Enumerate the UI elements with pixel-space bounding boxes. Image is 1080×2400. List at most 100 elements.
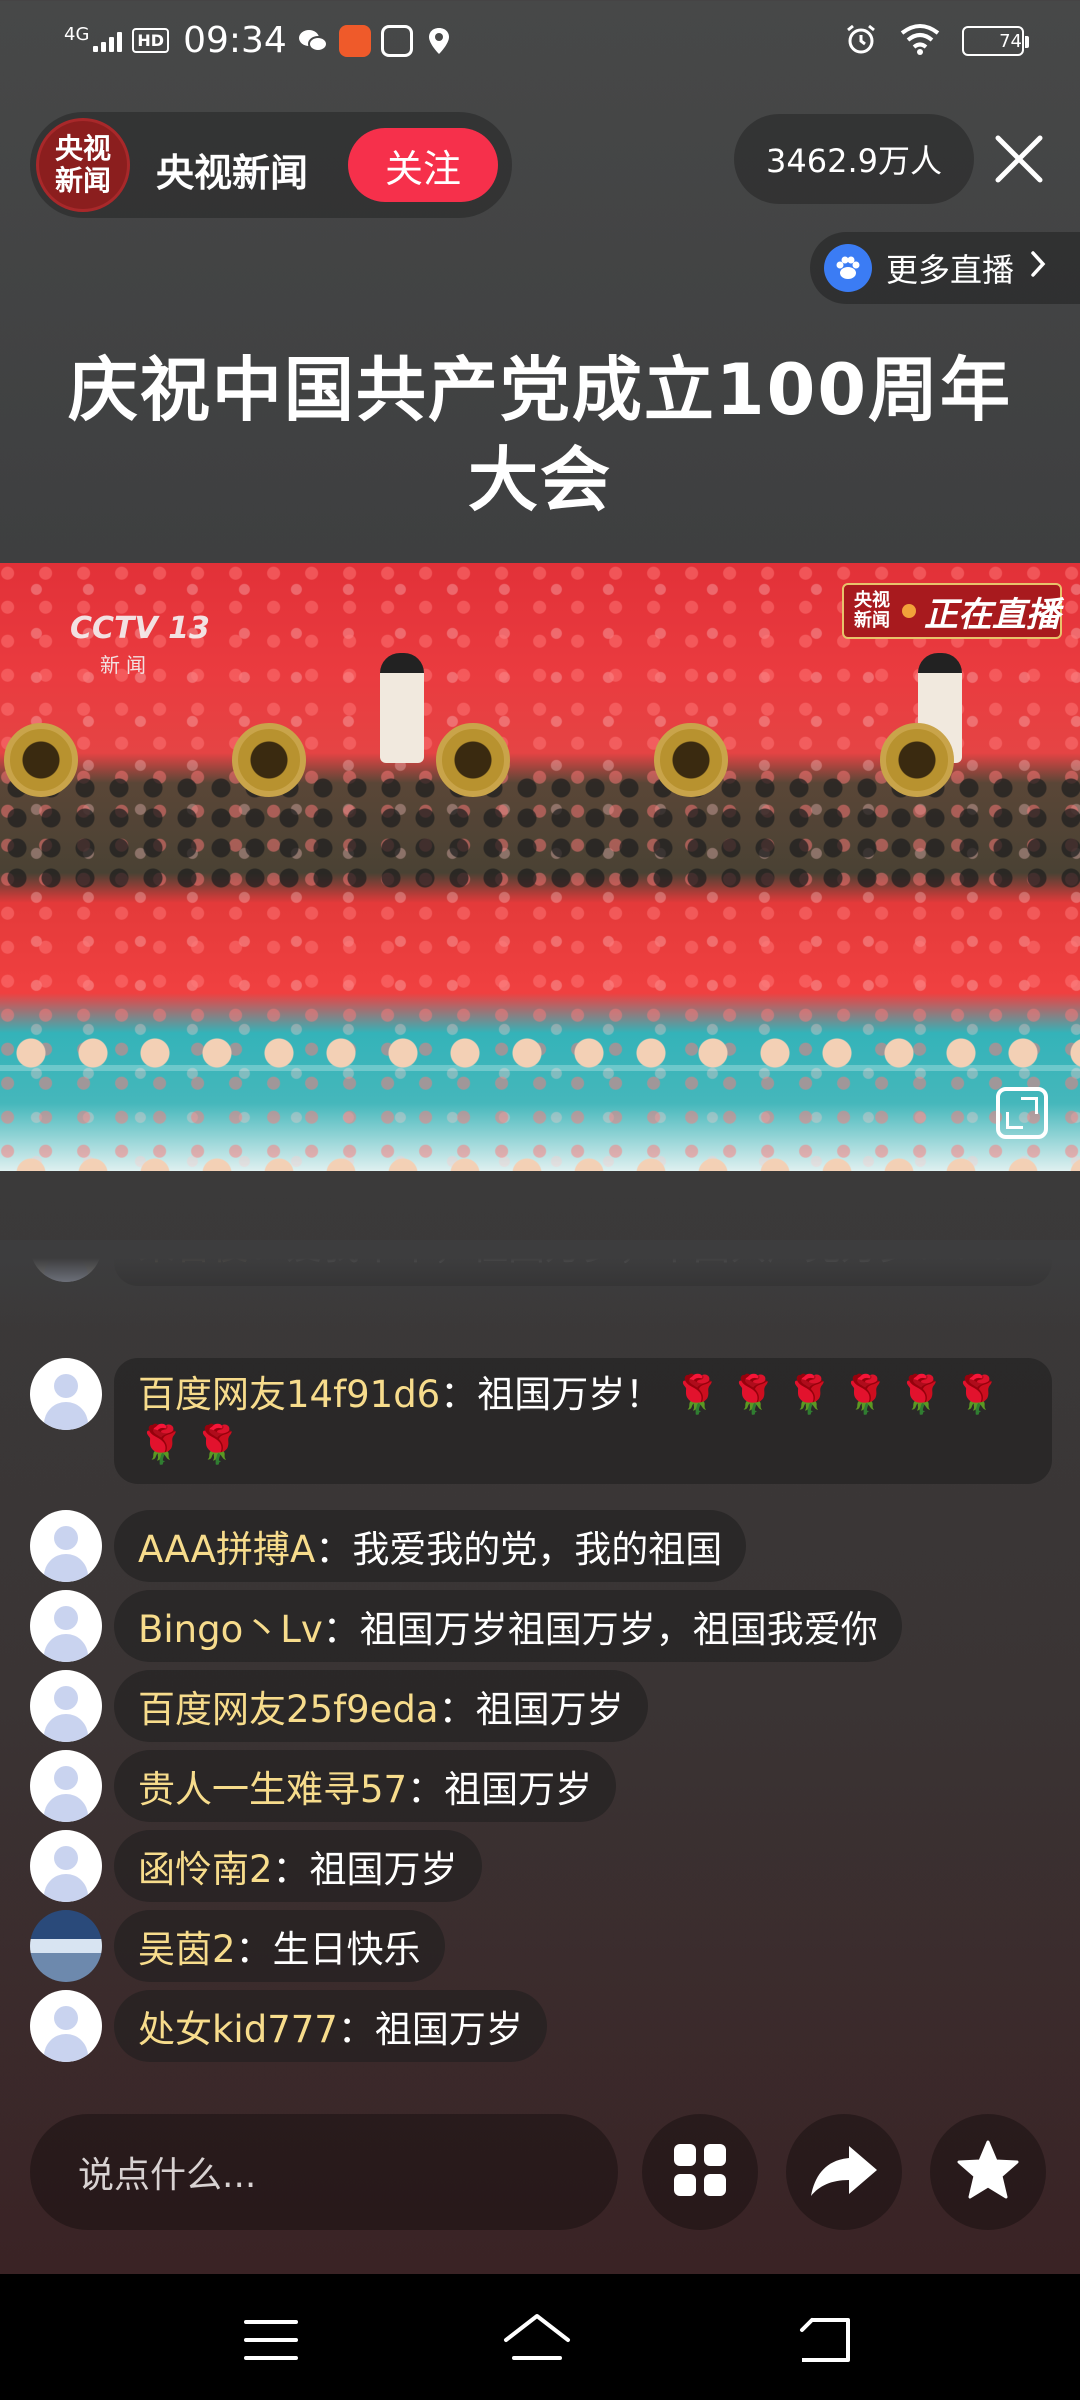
- comment-text: 祖国万岁祖国万岁，祖国我爱你: [359, 1608, 878, 1651]
- battery-level: 74: [999, 30, 1022, 52]
- comment-separator: ：: [235, 1928, 273, 1971]
- comment-item: AAA拼搏A：我爱我的党，我的祖国: [30, 1510, 747, 1582]
- video-horn: [436, 723, 510, 797]
- comment-username[interactable]: 百度网友14f91d6: [138, 1373, 440, 1416]
- comment-bubble: 百度网友14f91d6：祖国万岁！ 🌹🌹🌹🌹🌹🌹🌹🌹: [114, 1358, 1052, 1484]
- share-button[interactable]: [786, 2114, 902, 2230]
- comment-bubble: 荣智俊：爱我中华，祖国万岁，中国共产党万岁！！！: [114, 1240, 1052, 1286]
- status-left: 4G HD 09:34: [64, 20, 455, 61]
- avatar[interactable]: [30, 1240, 102, 1282]
- fullscreen-icon[interactable]: [996, 1087, 1048, 1139]
- comment-text: 祖国万岁: [374, 2008, 523, 2051]
- comment-bubble: 函怜南2：祖国万岁: [114, 1830, 482, 1902]
- comment-item: 百度网友14f91d6：祖国万岁！ 🌹🌹🌹🌹🌹🌹🌹🌹: [30, 1358, 1052, 1484]
- follow-button[interactable]: 关注: [348, 128, 498, 202]
- anchor-logo-line1: 央视: [54, 132, 111, 165]
- avatar[interactable]: [30, 1358, 102, 1430]
- network-type: 4G: [64, 23, 90, 45]
- comment-text: 祖国万岁: [444, 1768, 593, 1811]
- video-horn: [232, 723, 306, 797]
- comment-text: 祖国万岁！: [477, 1373, 663, 1416]
- comment-separator: ：: [272, 1848, 310, 1891]
- hd-badge: HD: [132, 28, 170, 53]
- comment-item: 荣智俊：爱我中华，祖国万岁，中国共产党万岁！！！: [30, 1240, 1052, 1286]
- share-icon: [809, 2142, 879, 2202]
- avatar[interactable]: [30, 1750, 102, 1822]
- video-dancers: [0, 1023, 1080, 1171]
- avatar[interactable]: [30, 1510, 102, 1582]
- video-horn: [654, 723, 728, 797]
- video-player[interactable]: CCTV 13 新闻 央视 新闻 正在直播: [0, 563, 1080, 1171]
- comment-username[interactable]: 吴茵2: [138, 1919, 236, 1973]
- comment-bubble: AAA拼搏A：我爱我的党，我的祖国: [114, 1510, 747, 1582]
- comment-username[interactable]: 百度网友25f9eda: [138, 1679, 439, 1733]
- comment-item: 处女kid777：祖国万岁: [30, 1990, 547, 2062]
- home-icon[interactable]: [502, 2312, 572, 2368]
- live-badge: 央视 新闻 正在直播: [842, 583, 1062, 639]
- video-performer: [380, 653, 424, 763]
- comment-bubble: 百度网友25f9eda：祖国万岁: [114, 1670, 648, 1742]
- comment-username[interactable]: AAA拼搏A: [138, 1519, 315, 1573]
- favorite-button[interactable]: [930, 2114, 1046, 2230]
- more-apps-button[interactable]: [642, 2114, 758, 2230]
- comment-username[interactable]: 处女kid777: [138, 1999, 338, 2053]
- anchor-logo-line2: 新闻: [54, 164, 111, 197]
- anchor-name[interactable]: 央视新闻: [156, 142, 308, 197]
- comment-separator: ：: [249, 1240, 286, 1268]
- app-notification-icon: [338, 24, 371, 57]
- chevron-right-icon: [1028, 248, 1048, 288]
- status-right: 74: [844, 22, 1029, 60]
- comment-input[interactable]: 说点什么...: [30, 2114, 618, 2230]
- avatar[interactable]: [30, 1990, 102, 2062]
- anchor-card[interactable]: 央视 新闻 央视新闻 关注: [30, 112, 512, 218]
- live-badge-logo-line2: 新闻: [854, 610, 890, 631]
- comment-text: 祖国万岁: [475, 1688, 624, 1731]
- live-title: 庆祝中国共产党成立100周年大会: [67, 349, 1013, 521]
- wechat-icon: [297, 25, 329, 57]
- viewer-count[interactable]: 3462.9万人: [734, 114, 974, 204]
- comment-username[interactable]: 函怜南2: [138, 1839, 273, 1893]
- close-icon[interactable]: [990, 130, 1048, 188]
- comment-separator: ：: [438, 1688, 476, 1731]
- avatar[interactable]: [30, 1910, 102, 1982]
- avatar[interactable]: [30, 1590, 102, 1662]
- live-badge-logo: 央视 新闻: [850, 591, 894, 631]
- comment-text: 爱我中华，祖国万岁，中国共产党万岁！！！: [286, 1240, 1026, 1268]
- battery-icon: 74: [962, 26, 1029, 56]
- comment-separator: ：: [440, 1373, 478, 1416]
- comment-separator: ：: [315, 1528, 353, 1571]
- back-icon[interactable]: [790, 2312, 860, 2368]
- video-horn: [880, 723, 954, 797]
- live-badge-text: 正在直播: [924, 594, 1060, 635]
- comment-list[interactable]: 荣智俊：爱我中华，祖国万岁，中国共产党万岁！！！ 百度网友14f91d6：祖国万…: [0, 1240, 1080, 2080]
- comment-separator: ：: [322, 1608, 360, 1651]
- menu-icon[interactable]: [236, 2312, 306, 2368]
- comment-item: 贵人一生难寻57：祖国万岁: [30, 1750, 617, 1822]
- comment-item: Bingo丶Lv：祖国万岁祖国万岁，祖国我爱你: [30, 1590, 902, 1662]
- comment-bubble: Bingo丶Lv：祖国万岁祖国万岁，祖国我爱你: [114, 1590, 902, 1662]
- grid-icon: [672, 2142, 728, 2202]
- comment-separator: ：: [407, 1768, 445, 1811]
- anchor-avatar[interactable]: 央视 新闻: [36, 118, 130, 212]
- channel-sub-label: 新闻: [100, 653, 152, 677]
- more-live-label: 更多直播: [886, 251, 1015, 289]
- comment-text: 祖国万岁: [309, 1848, 458, 1891]
- comment-item: 百度网友25f9eda：祖国万岁: [30, 1670, 648, 1742]
- comment-bubble: 处女kid777：祖国万岁: [114, 1990, 547, 2062]
- more-live-button[interactable]: 更多直播: [810, 232, 1080, 304]
- live-dot: [902, 604, 916, 618]
- comment-text: 我爱我的党，我的祖国: [352, 1528, 723, 1571]
- comment-item: 吴茵2：生日快乐: [30, 1910, 445, 1982]
- at-icon: [380, 24, 413, 57]
- comment-username[interactable]: Bingo丶Lv: [138, 1599, 323, 1653]
- avatar[interactable]: [30, 1670, 102, 1742]
- channel-logo: CCTV 13: [70, 611, 210, 646]
- paw-icon: [824, 244, 872, 292]
- comment-text: 生日快乐: [272, 1928, 421, 1971]
- wifi-icon: [900, 23, 940, 59]
- comment-bubble: 吴茵2：生日快乐: [114, 1910, 445, 1982]
- comment-username[interactable]: 贵人一生难寻57: [138, 1759, 407, 1813]
- comment-username[interactable]: 荣智俊: [138, 1240, 249, 1268]
- avatar[interactable]: [30, 1830, 102, 1902]
- live-badge-logo-line1: 央视: [854, 590, 890, 611]
